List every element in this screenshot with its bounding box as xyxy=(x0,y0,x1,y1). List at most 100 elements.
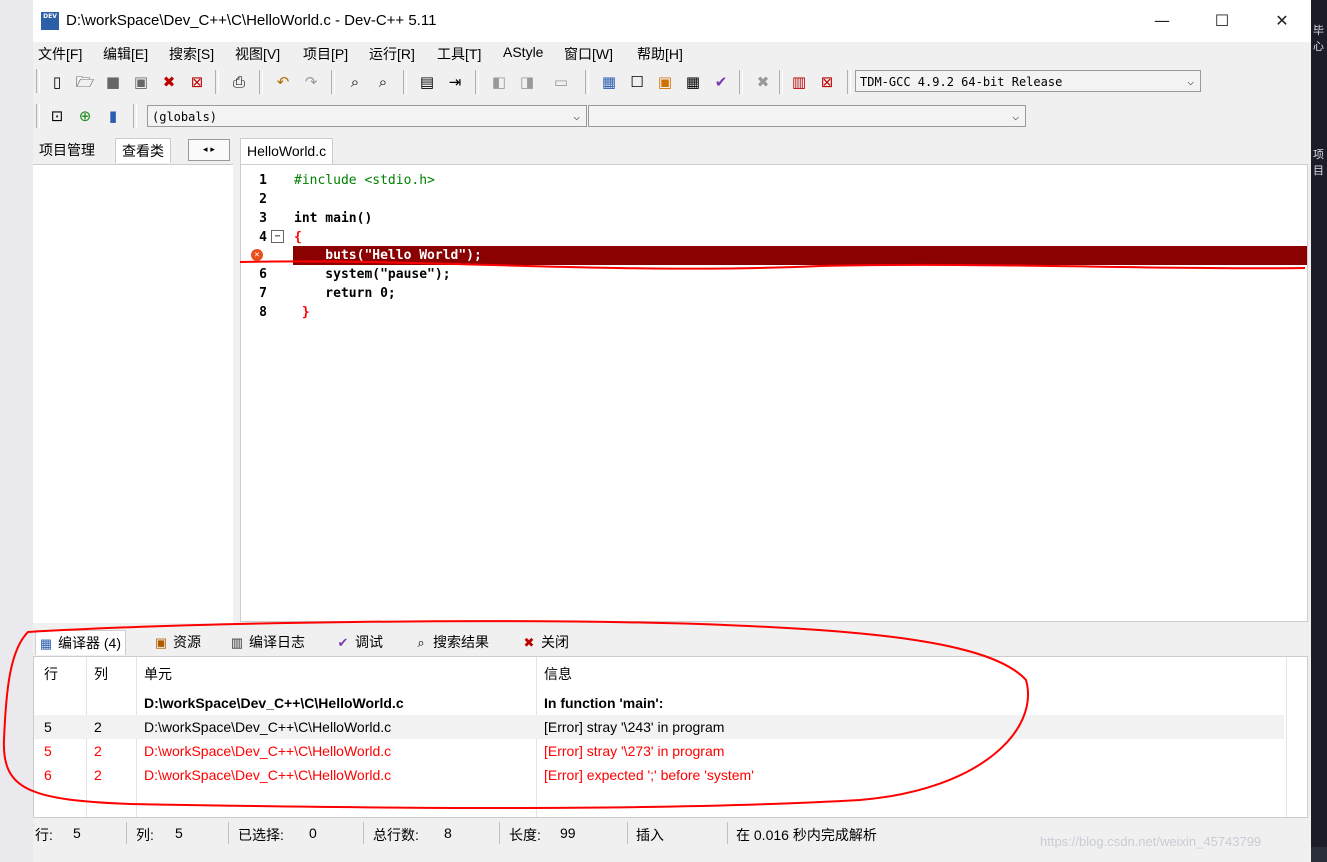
class-toolbar: ⊡ ⊕ ▮ (globals) ⌵ ⌵ xyxy=(33,101,1033,133)
code-text: } xyxy=(294,305,310,320)
desktop-right-edge: 毕心 项目 xyxy=(1311,0,1327,862)
cell-unit: D:\workSpace\Dev_C++\C\HelloWorld.c xyxy=(144,695,404,711)
rebuild-all-icon[interactable]: ▦ xyxy=(683,72,703,92)
open-file-icon[interactable]: 🗁 xyxy=(75,72,95,92)
globals-select-value: (globals) xyxy=(152,110,218,124)
menu-search[interactable]: 搜索[S] xyxy=(169,44,214,64)
tab-class-view[interactable]: 查看类 xyxy=(115,138,171,163)
maximize-button[interactable]: ☐ xyxy=(1199,8,1245,34)
close-all-icon[interactable]: ⊠ xyxy=(187,72,207,92)
project-options-icon[interactable]: ▭ xyxy=(551,72,571,92)
menu-project[interactable]: 项目[P] xyxy=(303,44,348,64)
member-select[interactable]: ⌵ xyxy=(588,105,1026,127)
compiler-select-value: TDM-GCC 4.9.2 64-bit Release xyxy=(860,75,1063,89)
new-file-icon[interactable]: ▯ xyxy=(47,72,67,92)
tab-project-manager[interactable]: 项目管理 xyxy=(33,138,101,162)
table-row[interactable]: 5 2 D:\workSpace\Dev_C++\C\HelloWorld.c … xyxy=(34,715,1284,739)
tab-helloworld-c[interactable]: HelloWorld.c xyxy=(240,138,334,165)
menu-view[interactable]: 视图[V] xyxy=(235,44,280,64)
toolbar-grip xyxy=(36,104,40,128)
column-divider xyxy=(1286,657,1287,817)
toolbar-grip xyxy=(36,69,40,93)
status-col-label: 列: xyxy=(136,827,154,843)
menu-run[interactable]: 运行[R] xyxy=(369,44,415,64)
code-editor[interactable]: 1 #include <stdio.h> 2 3 int main() 4 − … xyxy=(240,164,1308,622)
line-number: 3 xyxy=(259,211,267,226)
menu-edit[interactable]: 编辑[E] xyxy=(103,44,148,64)
fold-toggle-icon[interactable]: − xyxy=(271,230,284,243)
tab-compiler[interactable]: ▦ 编译器 (4) xyxy=(35,630,126,655)
status-divider xyxy=(228,822,229,844)
replace-icon[interactable]: ⌕ xyxy=(373,72,393,92)
save-all-icon[interactable]: ▣ xyxy=(131,72,151,92)
menu-help[interactable]: 帮助[H] xyxy=(637,44,683,64)
column-header-line[interactable]: 行 xyxy=(34,657,58,691)
status-row-value: 5 xyxy=(73,825,81,841)
code-line: 6 system("pause"); xyxy=(241,265,1307,284)
error-line-highlight: buts("Hello World"); xyxy=(293,246,1307,265)
tab-search-results[interactable]: ⌕ 搜索结果 xyxy=(411,630,493,654)
menu-bar: 文件[F] 编辑[E] 搜索[S] 视图[V] 项目[P] 运行[R] 工具[T… xyxy=(33,42,1311,64)
find-icon[interactable]: ⌕ xyxy=(345,72,365,92)
main-toolbar: ▯ 🗁 ■ ▣ ✖ ⊠ ⎙ ↶ ↷ ⌕ ⌕ ▤ ⇥ ◧ ◨ ▭ ▦ ☐ ▣ ▦ … xyxy=(33,66,1213,98)
menu-file[interactable]: 文件[F] xyxy=(38,44,82,64)
table-row[interactable]: 6 2 D:\workSpace\Dev_C++\C\HelloWorld.c … xyxy=(34,763,1284,787)
cell-message: [Error] stray '\273' in program xyxy=(544,743,725,759)
goto-line-icon[interactable]: ▤ xyxy=(417,72,437,92)
toggle-bookmark-icon[interactable]: ⇥ xyxy=(445,72,465,92)
tab-debug[interactable]: ✔ 调试 xyxy=(333,630,387,654)
error-marker-icon[interactable]: ✕ xyxy=(251,249,263,261)
table-row[interactable]: D:\workSpace\Dev_C++\C\HelloWorld.c In f… xyxy=(34,691,1284,715)
print-icon[interactable]: ⎙ xyxy=(229,72,249,92)
add-to-project-icon[interactable]: ◧ xyxy=(489,72,509,92)
project-tree[interactable] xyxy=(33,164,233,623)
column-header-col[interactable]: 列 xyxy=(84,657,108,691)
compile-run-icon[interactable]: ▣ xyxy=(655,72,675,92)
syntax-check-icon[interactable]: ✔ xyxy=(711,72,731,92)
run-icon[interactable]: ☐ xyxy=(627,72,647,92)
title-bar[interactable]: DEV D:\workSpace\Dev_C++\C\HelloWorld.c … xyxy=(33,0,1311,42)
tab-resources[interactable]: ▣ 资源 xyxy=(151,630,205,654)
close-icon: ✖ xyxy=(523,635,535,650)
minimize-button[interactable]: — xyxy=(1139,8,1185,34)
redo-icon[interactable]: ↷ xyxy=(301,72,321,92)
tab-label: 搜索结果 xyxy=(433,634,489,650)
insert-code-icon[interactable]: ⊡ xyxy=(47,106,67,126)
tab-label: 资源 xyxy=(173,634,201,650)
close-file-icon[interactable]: ✖ xyxy=(159,72,179,92)
goto-definition-icon[interactable]: ▮ xyxy=(103,106,123,126)
menu-astyle[interactable]: AStyle xyxy=(503,44,543,60)
line-number: 6 xyxy=(259,267,267,282)
compile-icon[interactable]: ▦ xyxy=(599,72,619,92)
globals-select[interactable]: (globals) ⌵ xyxy=(147,105,587,127)
tab-scroll-arrows[interactable]: ◂ ▸ xyxy=(188,139,230,161)
line-number: 2 xyxy=(259,192,267,207)
stop-execution-icon[interactable]: ✖ xyxy=(753,72,773,92)
search-icon: ⌕ xyxy=(417,635,425,650)
menu-window[interactable]: 窗口[W] xyxy=(564,44,613,64)
status-selected-label: 已选择: xyxy=(238,827,284,843)
chevron-down-icon: ⌵ xyxy=(1012,110,1019,123)
delete-profile-icon[interactable]: ⊠ xyxy=(817,72,837,92)
table-row[interactable]: 5 2 D:\workSpace\Dev_C++\C\HelloWorld.c … xyxy=(34,739,1284,763)
close-button[interactable]: ✕ xyxy=(1259,8,1305,34)
cell-message: In function 'main': xyxy=(544,695,664,711)
goto-declaration-icon[interactable]: ⊕ xyxy=(75,106,95,126)
devcpp-app-icon[interactable]: DEV xyxy=(41,12,59,30)
save-icon[interactable]: ■ xyxy=(103,72,123,92)
cell-col: 2 xyxy=(94,767,102,783)
column-header-unit[interactable]: 单元 xyxy=(134,657,172,691)
compiler-select[interactable]: TDM-GCC 4.9.2 64-bit Release ⌵ xyxy=(855,70,1201,92)
tab-compile-log[interactable]: ▥ 编译日志 xyxy=(227,630,309,654)
cell-unit: D:\workSpace\Dev_C++\C\HelloWorld.c xyxy=(144,767,392,783)
column-header-message[interactable]: 信息 xyxy=(534,657,572,691)
undo-icon[interactable]: ↶ xyxy=(273,72,293,92)
compiler-messages-table[interactable]: 行 列 单元 信息 D:\workSpace\Dev_C++\C\HelloWo… xyxy=(33,656,1308,818)
line-number: 8 xyxy=(259,305,267,320)
toolbar-separator xyxy=(259,70,263,94)
line-number: 4 xyxy=(259,230,267,245)
menu-tools[interactable]: 工具[T] xyxy=(437,44,481,64)
tab-close[interactable]: ✖ 关闭 xyxy=(519,630,573,654)
profile-icon[interactable]: ▥ xyxy=(789,72,809,92)
remove-from-project-icon[interactable]: ◨ xyxy=(517,72,537,92)
